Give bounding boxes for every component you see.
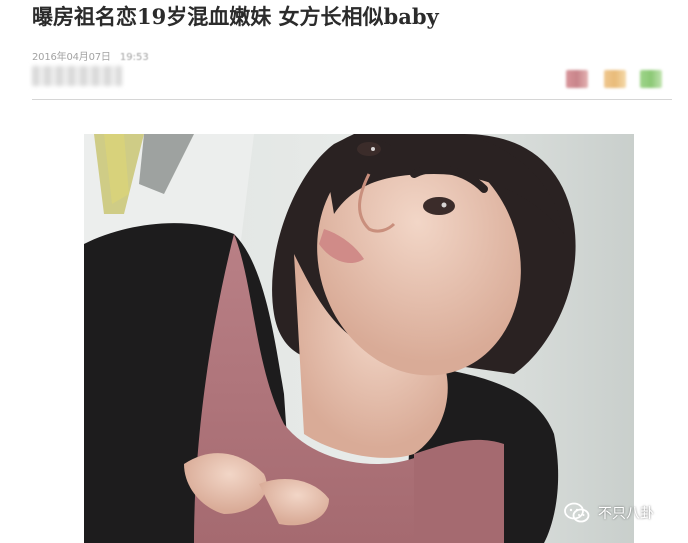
watermark-text: 不只八卦 xyxy=(598,506,654,522)
wechat-icon xyxy=(564,502,590,524)
publish-time: 19:53 xyxy=(119,52,149,63)
share-button[interactable] xyxy=(566,70,588,88)
article-headline: 曝房祖名恋19岁混血嫩妹 女方长相似baby xyxy=(32,4,439,29)
share-button[interactable] xyxy=(640,70,662,88)
source-blurred xyxy=(32,66,122,86)
share-buttons xyxy=(566,70,666,88)
publish-date: 2016年04月07日 xyxy=(32,52,111,63)
share-button[interactable] xyxy=(604,70,626,88)
article-meta: 2016年04月07日 19:53 xyxy=(32,52,149,64)
article-photo xyxy=(84,134,634,543)
portrait-illustration xyxy=(84,134,634,543)
header-divider xyxy=(32,99,672,100)
watermark: 不只八卦 xyxy=(564,501,654,525)
